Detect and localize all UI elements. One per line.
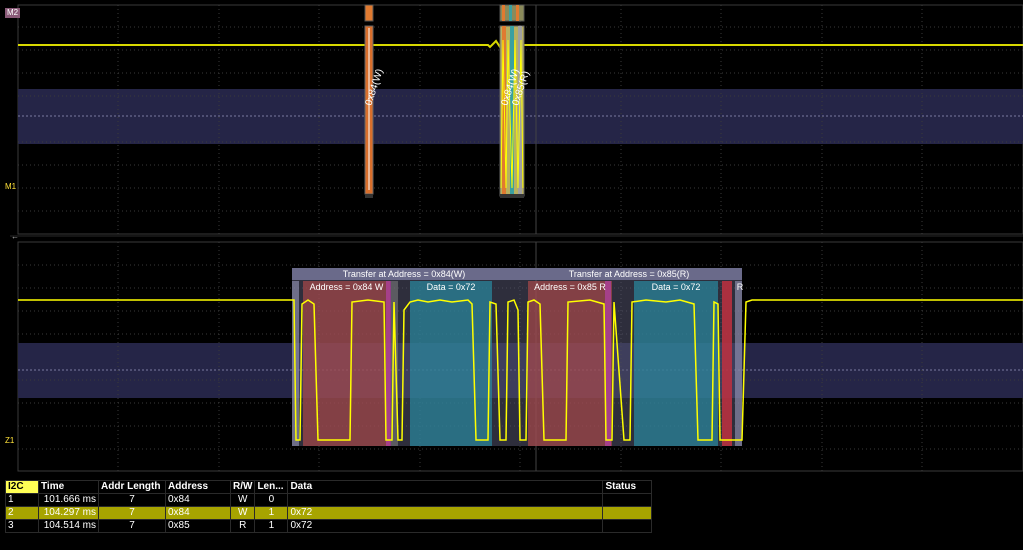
z1-label: Z1 bbox=[5, 436, 15, 445]
col-address[interactable]: Address bbox=[165, 480, 231, 494]
cell-index: 3 bbox=[5, 519, 39, 533]
top-panel bbox=[17, 4, 1023, 235]
transfer-2-address: Address = 0x85 R bbox=[534, 282, 606, 292]
cell-data: 0x72 bbox=[287, 519, 604, 533]
cell-addr-length: 7 bbox=[98, 493, 166, 507]
cell-rw: W bbox=[229, 493, 256, 507]
i2c-decode-table[interactable]: I2C Time Addr Length Address R/W Len... … bbox=[5, 480, 653, 533]
table-row[interactable]: 3 104.514 ms 7 0x85 R 1 0x72 bbox=[5, 519, 653, 533]
cell-addr-length: 7 bbox=[98, 519, 166, 533]
cell-len: 1 bbox=[254, 506, 289, 520]
col-time[interactable]: Time bbox=[38, 480, 99, 494]
transfer-1-data: Data = 0x72 bbox=[426, 282, 476, 292]
cell-rw: W bbox=[229, 506, 256, 520]
transfer-2-overlay bbox=[516, 268, 742, 446]
cell-time: 101.666 ms bbox=[38, 493, 99, 507]
cell-len: 1 bbox=[254, 519, 289, 533]
col-data[interactable]: Data bbox=[287, 480, 604, 494]
cell-data bbox=[287, 493, 604, 507]
cell-len: 0 bbox=[254, 493, 289, 507]
cell-time: 104.297 ms bbox=[38, 506, 99, 520]
cell-address: 0x85 bbox=[165, 519, 231, 533]
svg-text:←: ← bbox=[11, 232, 19, 241]
col-len[interactable]: Len... bbox=[254, 480, 289, 494]
m1-label: M1 bbox=[5, 182, 17, 191]
cell-data: 0x72 bbox=[287, 506, 604, 520]
cell-address: 0x84 bbox=[165, 493, 231, 507]
table-header-row: I2C Time Addr Length Address R/W Len... … bbox=[5, 480, 653, 494]
cell-status bbox=[602, 506, 653, 520]
cell-addr-length: 7 bbox=[98, 506, 166, 520]
m2-label: M2 bbox=[5, 8, 21, 18]
col-i2c[interactable]: I2C bbox=[5, 480, 39, 494]
transfer-1-address: Address = 0x84 W bbox=[309, 282, 384, 292]
table-row-selected[interactable]: 2 104.297 ms 7 0x84 W 1 0x72 bbox=[5, 506, 653, 520]
transfer-1-label: Transfer at Address = 0x84(W) bbox=[342, 269, 466, 279]
cell-status bbox=[602, 519, 653, 533]
transfer-2-data: Data = 0x72 bbox=[651, 282, 701, 292]
cell-address: 0x84 bbox=[165, 506, 231, 520]
transfer-2-tail: R bbox=[736, 282, 744, 292]
cell-index: 1 bbox=[5, 493, 39, 507]
cell-rw: R bbox=[229, 519, 256, 533]
cell-time: 104.514 ms bbox=[38, 519, 99, 533]
table-row[interactable]: 1 101.666 ms 7 0x84 W 0 bbox=[5, 493, 653, 507]
col-rw[interactable]: R/W bbox=[229, 480, 256, 494]
cell-index: 2 bbox=[5, 506, 39, 520]
col-addr-length[interactable]: Addr Length bbox=[98, 480, 166, 494]
cell-status bbox=[602, 493, 653, 507]
transfer-2-label: Transfer at Address = 0x85(R) bbox=[568, 269, 690, 279]
col-status[interactable]: Status bbox=[602, 480, 653, 494]
